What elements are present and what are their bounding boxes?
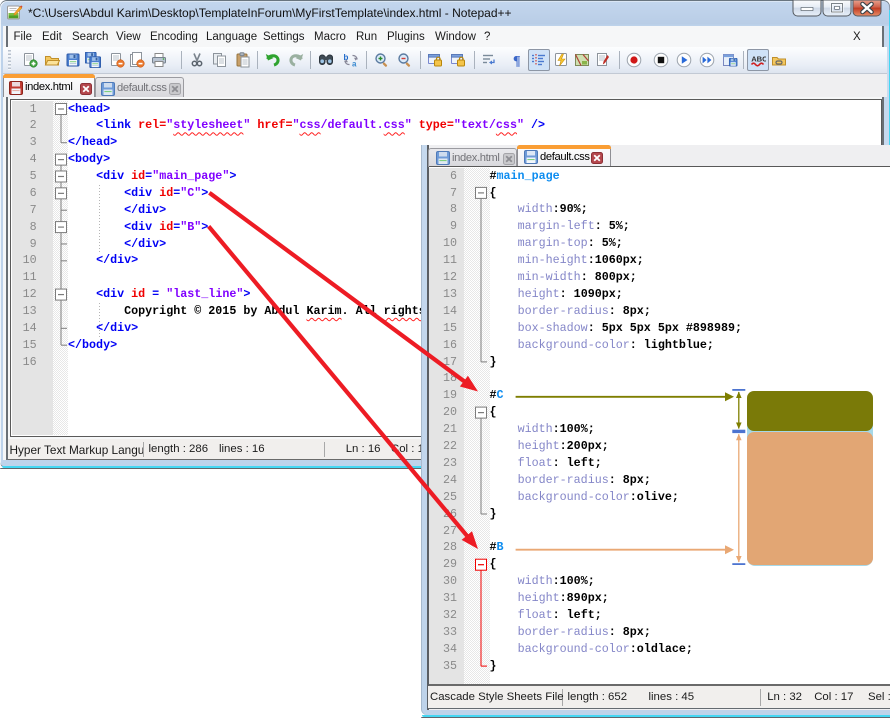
- svg-text:a: a: [352, 60, 357, 69]
- svg-text:ABC: ABC: [751, 55, 766, 64]
- svg-text:¶: ¶: [513, 54, 521, 68]
